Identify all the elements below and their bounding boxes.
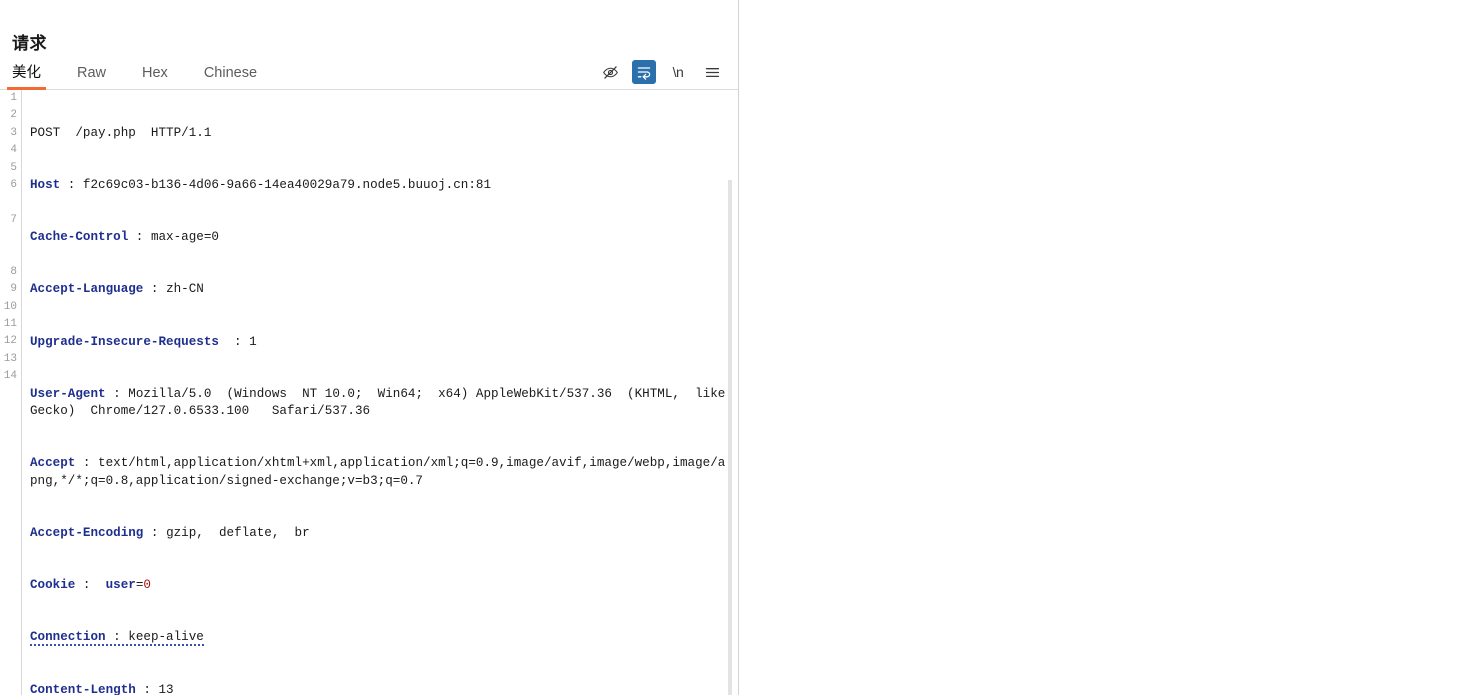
- line-number: 13: [3, 352, 17, 365]
- line-number: 9: [10, 283, 17, 296]
- request-line: Upgrade-Insecure-Requests : 1: [30, 334, 257, 349]
- newline-label: \n: [672, 64, 684, 80]
- request-line: Host : f2c69c03-b136-4d06-9a66-14ea40029…: [30, 178, 492, 193]
- line-number-gutter: 1 2 3 4 5 6 · 7 · · 8 9 10 11 12 13 14: [0, 90, 22, 695]
- request-line: Accept : text/html,application/xhtml+xml…: [30, 456, 726, 488]
- request-start-line: POST /pay.php HTTP/1.1: [30, 125, 212, 140]
- request-panel-title: 请求: [12, 34, 47, 53]
- request-line: Cache-Control : max-age=0: [30, 230, 219, 245]
- line-number: 3: [10, 126, 17, 139]
- line-number: 8: [10, 265, 17, 278]
- response-pane: 响应 美化 Raw Hex 页面渲染 Chinese \n: [739, 0, 1471, 695]
- request-pane: 请求 美化 Raw Hex Chinese \n 1 2 3 4 5 6 7 8…: [0, 0, 738, 695]
- request-line: Cookie : user=0: [30, 578, 151, 593]
- request-line: Accept-Language : zh-CN: [30, 282, 204, 297]
- line-number-wrap: ·: [0, 247, 21, 264]
- request-tab-hex[interactable]: Hex: [142, 65, 168, 90]
- proxy-window: 请求 美化 Raw Hex Chinese \n 1 2 3 4 5 6 7 8…: [0, 0, 1471, 695]
- newline-icon[interactable]: \n: [666, 60, 690, 84]
- line-number: 2: [10, 109, 17, 122]
- request-line: Content-Length : 13: [30, 682, 174, 695]
- eye-off-icon[interactable]: [598, 60, 622, 84]
- line-number: 12: [3, 335, 17, 348]
- line-number: 7: [10, 213, 17, 226]
- request-line: POST /pay.php HTTP/1.1: [30, 125, 730, 142]
- line-number: 14: [3, 370, 17, 383]
- request-tab-raw[interactable]: Raw: [77, 65, 106, 90]
- menu-icon[interactable]: [700, 60, 724, 84]
- request-line: User-Agent : Mozilla/5.0 (Windows NT 10.…: [30, 386, 726, 419]
- line-number: 1: [10, 92, 17, 104]
- word-wrap-icon[interactable]: [632, 60, 656, 84]
- line-number: 4: [10, 144, 17, 157]
- request-line: Accept-Encoding : gzip, deflate, br: [30, 526, 310, 541]
- request-tab-chinese[interactable]: Chinese: [204, 65, 257, 90]
- line-number-wrap: ·: [0, 229, 21, 246]
- request-tab-beautify[interactable]: 美化: [7, 65, 46, 90]
- line-number: 11: [3, 318, 17, 331]
- line-number: 5: [10, 161, 17, 174]
- line-number-wrap: ·: [0, 194, 21, 211]
- request-vertical-scrollbar[interactable]: [728, 180, 732, 695]
- line-number: 6: [10, 178, 17, 191]
- line-number: 10: [3, 300, 17, 313]
- request-line: Connection : keep-alive: [30, 630, 204, 647]
- request-toolbar: \n: [598, 60, 724, 84]
- request-raw-text[interactable]: POST /pay.php HTTP/1.1 Host : f2c69c03-b…: [30, 90, 730, 695]
- request-editor[interactable]: 1 2 3 4 5 6 · 7 · · 8 9 10 11 12 13 14 P…: [0, 90, 738, 695]
